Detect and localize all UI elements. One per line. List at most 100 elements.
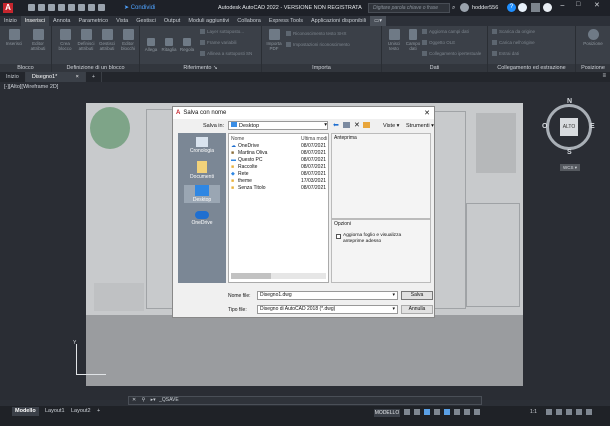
file-row-questo-pc[interactable]: ▬ Questo PC 08/07/2021 xyxy=(229,157,328,164)
file-row-theme[interactable]: ■ theme 17/03/2021 xyxy=(229,178,328,185)
tab-inserisci[interactable]: Inserisci xyxy=(20,16,50,26)
web-icon[interactable] xyxy=(68,4,75,11)
command-text[interactable]: _QSAVE xyxy=(159,397,179,403)
snap-underlays-link[interactable]: Allinea a sottoposti SN xyxy=(200,51,252,56)
manage-attributes-button[interactable]: Gestisci attributi xyxy=(97,29,117,51)
model-space-toggle[interactable]: MODELLO xyxy=(374,409,400,417)
file-row-martina[interactable]: ■ Martina Oliva 08/07/2021 xyxy=(229,150,328,157)
plot-icon[interactable] xyxy=(78,4,85,11)
tab-layout1[interactable]: Layout1 xyxy=(42,407,68,416)
shx-text-recognition-link[interactable]: Riconoscimento testo SHX xyxy=(286,31,347,36)
attribute-editor-button[interactable]: Editor attributi xyxy=(27,29,49,51)
new-folder-icon[interactable] xyxy=(363,122,370,128)
save-as-icon[interactable] xyxy=(58,4,65,11)
delete-icon[interactable]: ✕ xyxy=(354,121,360,129)
tab-express-tools[interactable]: Express Tools xyxy=(265,16,307,26)
tab-collabora[interactable]: Collabora xyxy=(233,16,265,26)
annotation-monitor-icon[interactable] xyxy=(556,409,562,415)
close-command-icon[interactable]: ✕ xyxy=(132,397,136,403)
tab-layout2[interactable]: Layout2 xyxy=(68,407,94,416)
recognition-settings-link[interactable]: Impostazioni riconoscimento xyxy=(286,42,350,47)
adjust-button[interactable]: Regola xyxy=(178,38,196,52)
ole-object-link[interactable]: Oggetto OLE xyxy=(422,40,455,45)
filename-input[interactable]: Disegno1.dwg ▾ xyxy=(257,291,398,300)
workspace-icon[interactable] xyxy=(546,409,552,415)
new-tab-button[interactable]: + xyxy=(86,72,103,82)
autodesk-account-icon[interactable] xyxy=(531,3,540,12)
share-button[interactable]: ➤ Condividi xyxy=(124,4,155,11)
set-location-button[interactable]: Posizione xyxy=(581,29,605,46)
wcs-menu[interactable]: WCS ▾ xyxy=(560,164,580,171)
viewport-controls[interactable]: [-][Alto][Wireframe 2D] xyxy=(4,84,58,90)
ribbon-options-button[interactable]: ▭▾ xyxy=(370,16,386,26)
viewcube-east[interactable]: E xyxy=(590,123,595,130)
place-documents[interactable]: Documenti xyxy=(184,161,220,180)
column-name[interactable]: Nome xyxy=(231,136,244,142)
tab-applicazioni[interactable]: Applicazioni disponibili xyxy=(307,16,370,26)
file-row-raccolte[interactable]: ■ Raccolte 08/07/2021 xyxy=(229,164,328,171)
search-icon[interactable]: ⌕ xyxy=(452,5,455,12)
tab-gestisci[interactable]: Gestisci xyxy=(132,16,160,26)
download-source-link[interactable]: Scarica da origine xyxy=(492,29,535,34)
command-line[interactable]: ✕ ⚲ ▸▾ _QSAVE xyxy=(128,396,482,405)
file-list[interactable]: Nome Ultima modi ☁ OneDrive 08/07/2021 ■ Ma… xyxy=(228,133,329,283)
place-history[interactable]: Cronologia xyxy=(184,137,220,154)
tab-vista[interactable]: Vista xyxy=(112,16,132,26)
file-tab-disegno1[interactable]: Disegno1* × xyxy=(25,72,86,82)
update-fields-link[interactable]: Aggiorna campi dati xyxy=(422,29,469,34)
annotation-scale[interactable]: 1:1 xyxy=(530,409,537,415)
place-onedrive[interactable]: OneDrive xyxy=(184,211,220,226)
tab-modello[interactable]: Modello xyxy=(12,407,39,416)
tab-menu-icon[interactable]: ≡ xyxy=(602,73,606,79)
underlay-layers-link[interactable]: Layer sottoposto... xyxy=(200,29,244,34)
views-menu[interactable]: Viste ▾ xyxy=(383,123,399,129)
frames-vary-link[interactable]: Frame variabili xyxy=(200,40,237,45)
add-layout-button[interactable]: + xyxy=(94,407,103,416)
merge-text-button[interactable]: Unisci testo xyxy=(384,29,404,51)
back-icon[interactable]: ⬅ xyxy=(333,121,339,129)
new-icon[interactable] xyxy=(28,4,35,11)
cart-icon[interactable] xyxy=(518,3,527,12)
grid-icon[interactable] xyxy=(404,409,410,415)
search-input[interactable]: Digitare parola chiave o frase xyxy=(368,3,450,13)
undo-icon[interactable] xyxy=(88,4,95,11)
tab-annota[interactable]: Annota xyxy=(49,16,74,26)
open-icon[interactable] xyxy=(38,4,45,11)
define-attributes-button[interactable]: Definisci attributi xyxy=(76,29,96,51)
clean-screen-icon[interactable] xyxy=(576,409,582,415)
file-row-rete[interactable]: ◆ Rete 08/07/2021 xyxy=(229,171,328,178)
dialog-close-button[interactable]: ✕ xyxy=(424,109,430,117)
place-desktop[interactable]: Desktop xyxy=(184,185,220,203)
horizontal-scrollbar[interactable] xyxy=(231,273,326,279)
help-menu-icon[interactable] xyxy=(543,3,552,12)
isolate-objects-icon[interactable] xyxy=(566,409,572,415)
file-tab-inizio[interactable]: Inizio xyxy=(0,72,26,82)
block-editor-button[interactable]: Editor blocchi xyxy=(118,29,138,51)
create-block-button[interactable]: Crea blocco xyxy=(55,29,75,51)
file-row-senza-titolo[interactable]: ■ Senza Titolo 08/07/2021 xyxy=(229,185,328,192)
attach-button[interactable]: Allega xyxy=(142,38,160,52)
selection-cycling-icon[interactable] xyxy=(474,409,480,415)
close-button[interactable]: ✕ xyxy=(594,1,600,9)
redo-icon[interactable] xyxy=(98,4,105,11)
customization-icon[interactable] xyxy=(586,409,592,415)
lineweight-icon[interactable] xyxy=(454,409,460,415)
viewcube-top-face[interactable]: ALTO xyxy=(560,118,578,136)
minimize-button[interactable]: − xyxy=(560,1,565,10)
save-button[interactable]: Salva xyxy=(401,291,433,300)
cancel-button[interactable]: Annulla xyxy=(401,305,433,314)
filetype-select[interactable]: Disegno di AutoCAD 2018 (*.dwg) ▾ xyxy=(257,305,398,314)
tab-output[interactable]: Output xyxy=(160,16,185,26)
insert-button[interactable]: Inserisci xyxy=(4,29,24,46)
osnap-icon[interactable] xyxy=(444,409,450,415)
tools-menu[interactable]: Strumenti ▾ xyxy=(406,123,434,129)
up-folder-icon[interactable] xyxy=(343,122,350,128)
viewcube-north[interactable]: N xyxy=(567,98,572,105)
polar-icon[interactable] xyxy=(434,409,440,415)
user-avatar[interactable] xyxy=(460,3,469,12)
tab-inizio[interactable]: Inizio xyxy=(0,16,21,26)
transparency-icon[interactable] xyxy=(464,409,470,415)
update-preview-checkbox[interactable] xyxy=(336,234,341,239)
upload-source-link[interactable]: Carica nell'origine xyxy=(492,40,535,45)
user-name[interactable]: hodder556 xyxy=(472,5,498,11)
